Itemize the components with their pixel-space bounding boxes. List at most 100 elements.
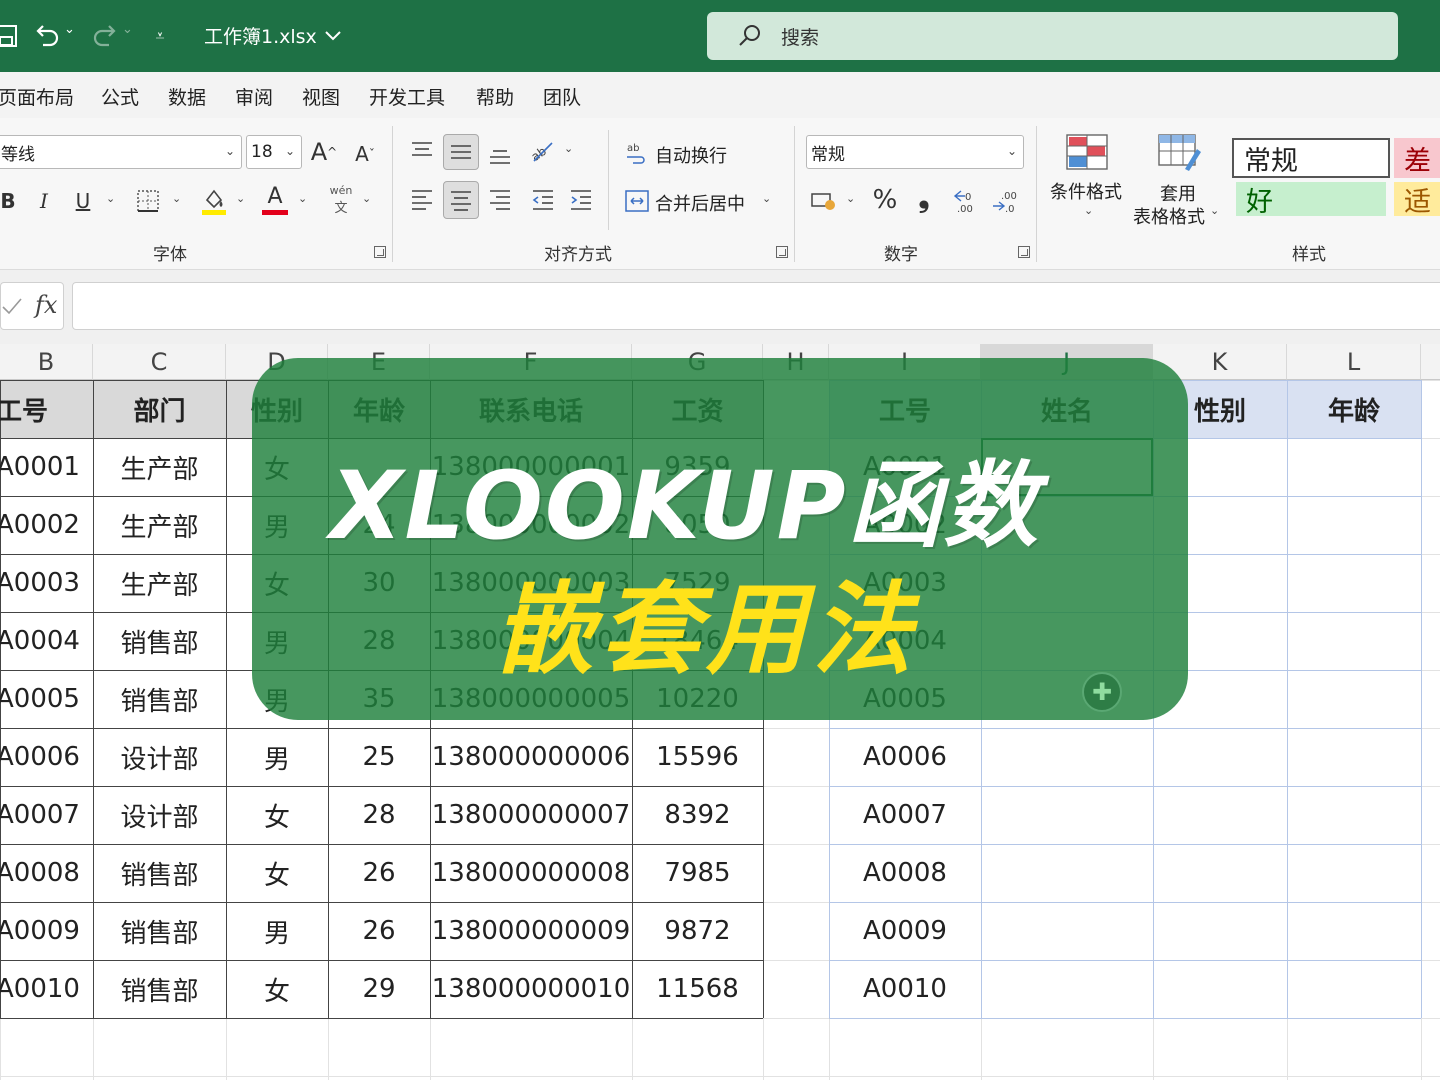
column-header-m[interactable]: [1421, 344, 1440, 380]
lookup-header-cell[interactable]: 年龄: [1287, 380, 1421, 438]
tab-formulas[interactable]: 公式: [101, 83, 139, 110]
align-top-icon[interactable]: [406, 134, 438, 168]
table-cell[interactable]: 25: [328, 728, 430, 786]
column-header-b[interactable]: B: [0, 344, 93, 380]
table-cell[interactable]: 设计部: [93, 728, 226, 786]
table-cell[interactable]: 138000000006: [430, 728, 632, 786]
phonetic-dropdown-icon[interactable]: ⌄: [362, 192, 371, 205]
number-dialog-launcher-icon[interactable]: [1018, 246, 1030, 258]
borders-dropdown-icon[interactable]: ⌄: [172, 192, 181, 205]
conditional-format-button[interactable]: 条件格式: [1050, 178, 1122, 204]
orientation-dropdown-icon[interactable]: ⌄: [564, 142, 573, 155]
percent-button[interactable]: %: [870, 182, 900, 218]
lookup-id-cell[interactable]: A0008: [829, 844, 981, 902]
undo-dropdown-icon[interactable]: ⌄: [64, 22, 75, 37]
font-size-select[interactable]: 18 ⌄: [246, 135, 302, 169]
table-cell[interactable]: 销售部: [93, 670, 226, 728]
accounting-dropdown-icon[interactable]: ⌄: [846, 192, 855, 205]
table-cell[interactable]: 生产部: [93, 496, 226, 554]
formula-input[interactable]: [72, 282, 1440, 330]
lookup-id-cell[interactable]: A0009: [829, 902, 981, 960]
italic-button[interactable]: I: [34, 184, 54, 218]
undo-icon[interactable]: [32, 20, 62, 52]
number-format-select[interactable]: 常规 ⌄: [806, 135, 1024, 169]
underline-dropdown-icon[interactable]: ⌄: [106, 192, 115, 205]
wrap-text-button[interactable]: 自动换行: [655, 142, 727, 168]
accounting-format-icon[interactable]: [808, 184, 840, 218]
tab-team[interactable]: 团队: [543, 83, 581, 110]
table-cell[interactable]: 26: [328, 844, 430, 902]
font-color-button[interactable]: A: [260, 182, 290, 218]
cell-style-normal[interactable]: 常规: [1232, 138, 1390, 178]
cell-style-bad[interactable]: 差: [1394, 138, 1440, 178]
table-cell[interactable]: 11568: [632, 960, 763, 1018]
table-cell[interactable]: 8392: [632, 786, 763, 844]
orientation-icon[interactable]: ab: [528, 134, 558, 168]
merge-center-icon[interactable]: [624, 186, 650, 216]
column-header-l[interactable]: L: [1287, 344, 1421, 380]
conditional-format-dropdown-icon[interactable]: ⌄: [1084, 204, 1093, 217]
redo-icon[interactable]: [90, 20, 120, 52]
table-cell[interactable]: 设计部: [93, 786, 226, 844]
check-icon[interactable]: [1, 297, 23, 317]
table-cell[interactable]: 男: [226, 728, 328, 786]
table-cell[interactable]: A0005: [0, 670, 89, 728]
increase-indent-icon[interactable]: [566, 182, 596, 216]
table-cell[interactable]: A0004: [0, 612, 89, 670]
align-right-icon[interactable]: [484, 182, 516, 216]
tab-data[interactable]: 数据: [168, 83, 206, 110]
table-cell[interactable]: 138000000007: [430, 786, 632, 844]
lookup-id-cell[interactable]: A0010: [829, 960, 981, 1018]
borders-icon[interactable]: [134, 186, 162, 216]
table-cell[interactable]: 女: [226, 844, 328, 902]
increase-font-icon[interactable]: A ^: [308, 134, 340, 170]
table-cell[interactable]: A0002: [0, 496, 89, 554]
fill-color-icon[interactable]: [200, 184, 228, 218]
align-left-icon[interactable]: [406, 182, 438, 216]
save-icon[interactable]: [0, 20, 18, 52]
insert-function-icon[interactable]: fx: [35, 291, 57, 319]
table-cell[interactable]: A0003: [0, 554, 89, 612]
table-cell[interactable]: 28: [328, 786, 430, 844]
table-cell[interactable]: 138000000009: [430, 902, 632, 960]
table-cell[interactable]: 销售部: [93, 902, 226, 960]
tab-developer[interactable]: 开发工具: [369, 83, 445, 110]
search-box[interactable]: 搜索: [707, 12, 1398, 60]
table-cell[interactable]: A0001: [0, 438, 89, 496]
tab-review[interactable]: 审阅: [235, 83, 273, 110]
table-cell[interactable]: 29: [328, 960, 430, 1018]
table-header-cell[interactable]: 工号: [0, 380, 89, 438]
table-cell[interactable]: A0010: [0, 960, 89, 1018]
table-cell[interactable]: 销售部: [93, 612, 226, 670]
decrease-indent-icon[interactable]: [528, 182, 558, 216]
table-cell[interactable]: 销售部: [93, 960, 226, 1018]
table-cell[interactable]: A0007: [0, 786, 89, 844]
format-as-table-dropdown-icon[interactable]: ⌄: [1210, 204, 1219, 217]
table-cell[interactable]: 生产部: [93, 554, 226, 612]
wrap-text-icon[interactable]: ab: [624, 138, 650, 168]
fill-color-dropdown-icon[interactable]: ⌄: [236, 192, 245, 205]
underline-button[interactable]: U: [72, 184, 94, 218]
cell-style-neutral[interactable]: 适: [1394, 182, 1440, 218]
table-cell[interactable]: 9872: [632, 902, 763, 960]
tab-page-layout[interactable]: 页面布局: [0, 83, 74, 110]
table-cell[interactable]: 15596: [632, 728, 763, 786]
tab-view[interactable]: 视图: [302, 83, 340, 110]
format-as-table-icon[interactable]: [1156, 132, 1204, 174]
fill-handle-plus-icon[interactable]: ✚: [1082, 672, 1122, 712]
table-cell[interactable]: A0008: [0, 844, 89, 902]
bold-button[interactable]: B: [0, 184, 18, 218]
comma-button[interactable]: ❟: [912, 180, 936, 216]
align-center-icon[interactable]: [443, 181, 479, 219]
lookup-id-cell[interactable]: A0007: [829, 786, 981, 844]
redo-dropdown-icon[interactable]: ⌄: [122, 22, 133, 37]
format-as-table-label-2[interactable]: 表格格式: [1133, 203, 1205, 229]
tab-help[interactable]: 帮助: [476, 83, 514, 110]
decrease-decimal-icon[interactable]: .00.0: [990, 184, 1022, 218]
merge-center-button[interactable]: 合并后居中: [655, 190, 745, 216]
table-cell[interactable]: 26: [328, 902, 430, 960]
table-cell[interactable]: 7985: [632, 844, 763, 902]
customize-toolbar-icon[interactable]: ⩡: [150, 20, 170, 52]
merge-center-dropdown-icon[interactable]: ⌄: [762, 192, 771, 205]
lookup-id-cell[interactable]: A0006: [829, 728, 981, 786]
